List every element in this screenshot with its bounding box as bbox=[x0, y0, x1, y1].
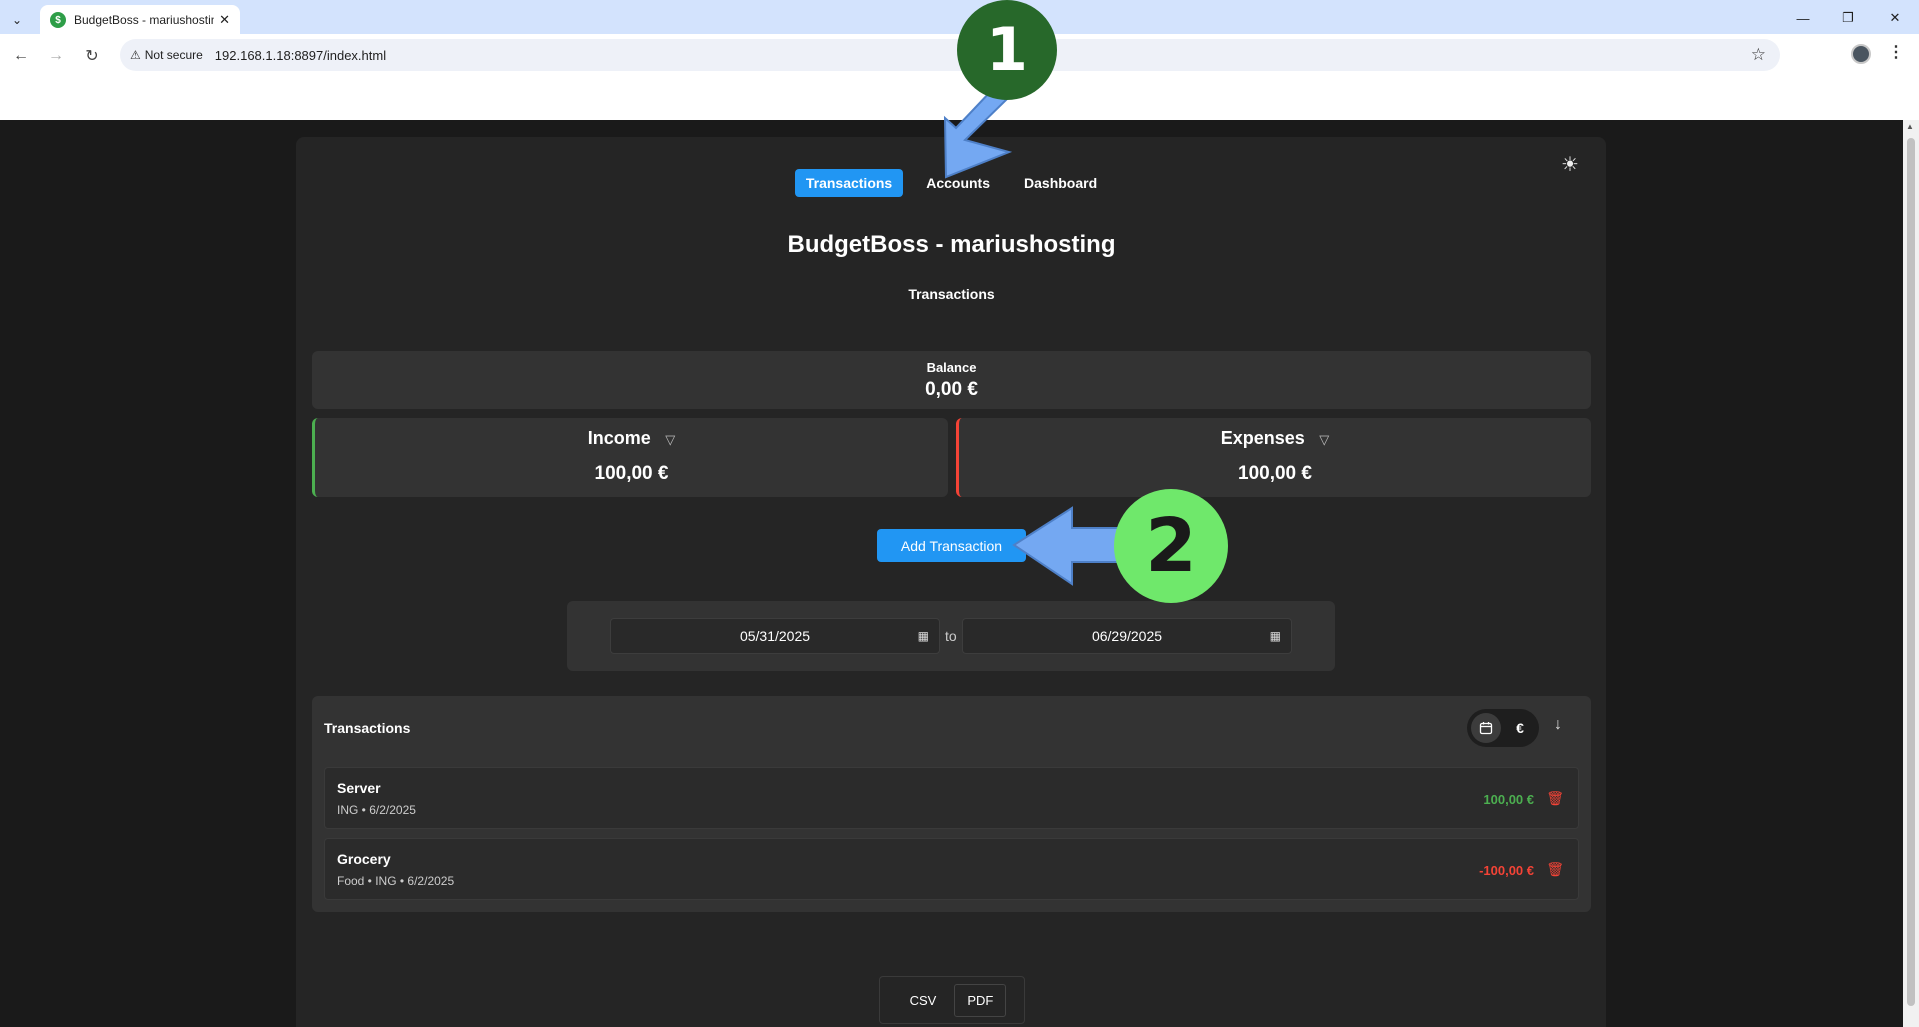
bookmark-star-icon[interactable]: ☆ bbox=[1751, 45, 1766, 65]
window-close-icon[interactable]: ✕ bbox=[1885, 8, 1905, 28]
forward-arrow-icon[interactable]: → bbox=[44, 44, 68, 68]
balance-label: Balance bbox=[926, 360, 977, 375]
trash-icon[interactable]: 🗑 bbox=[1546, 861, 1564, 878]
expenses-card: Expenses ▽ 100,00 € bbox=[956, 418, 1591, 497]
income-value: 100,00 € bbox=[594, 463, 669, 484]
tab-title: BudgetBoss - mariushosting bbox=[74, 13, 214, 27]
expenses-label: Expenses bbox=[1220, 428, 1305, 448]
transaction-name: Grocery bbox=[337, 851, 391, 867]
add-transaction-button[interactable]: Add Transaction bbox=[877, 529, 1026, 562]
csv-export-button[interactable]: CSV bbox=[898, 985, 949, 1016]
export-group: CSV PDF bbox=[879, 976, 1025, 1024]
dollar-favicon-icon: $ bbox=[50, 12, 66, 28]
euro-icon[interactable]: € bbox=[1505, 713, 1535, 743]
filter-icon[interactable]: ▽ bbox=[665, 432, 675, 448]
section-title: Transactions bbox=[908, 286, 995, 302]
date-separator: to bbox=[945, 628, 957, 644]
filter-icon[interactable]: ▽ bbox=[1319, 432, 1329, 448]
scroll-thumb[interactable] bbox=[1907, 138, 1915, 1006]
transactions-heading: Transactions bbox=[324, 720, 411, 736]
address-bar[interactable]: ⚠ Not secure 192.168.1.18:8897/index.htm… bbox=[120, 39, 1780, 71]
calendar-icon[interactable]: ▦ bbox=[918, 629, 929, 643]
transaction-meta: ING • 6/2/2025 bbox=[337, 803, 416, 817]
trash-icon[interactable]: 🗑 bbox=[1546, 790, 1564, 807]
transaction-meta: Food • ING • 6/2/2025 bbox=[337, 874, 455, 888]
step-2-callout: 2 bbox=[1114, 489, 1228, 603]
page-title: BudgetBoss - mariushosting bbox=[787, 231, 1116, 258]
end-date-input[interactable]: 06/29/2025 ▦ bbox=[962, 618, 1292, 654]
restore-icon[interactable]: ❐ bbox=[1838, 8, 1858, 28]
tab-dashboard[interactable]: Dashboard bbox=[1013, 169, 1108, 197]
url-text[interactable]: 192.168.1.18:8897/index.html bbox=[215, 48, 386, 63]
tab-close-icon[interactable]: ✕ bbox=[219, 12, 230, 28]
browser-menu-icon[interactable]: ⋮ bbox=[1888, 42, 1904, 62]
browser-tab[interactable]: $ BudgetBoss - mariushosting ✕ bbox=[40, 5, 240, 35]
tab-search-chevron-icon[interactable]: ⌄ bbox=[6, 9, 28, 31]
start-date-input[interactable]: 05/31/2025 ▦ bbox=[610, 618, 940, 654]
transaction-amount: -100,00 € bbox=[1479, 863, 1534, 878]
tab-accounts[interactable]: Accounts bbox=[915, 169, 1001, 197]
income-label: Income bbox=[587, 428, 651, 448]
back-arrow-icon[interactable]: ← bbox=[9, 44, 33, 68]
balance-card: Balance 0,00 € bbox=[312, 351, 1591, 409]
security-indicator[interactable]: Not secure bbox=[145, 48, 203, 62]
sort-mode-toggle[interactable]: € bbox=[1467, 709, 1539, 747]
profile-avatar[interactable] bbox=[1851, 44, 1871, 64]
scroll-up-icon[interactable]: ▲ bbox=[1906, 122, 1914, 131]
expenses-value: 100,00 € bbox=[1238, 463, 1312, 484]
tab-transactions[interactable]: Transactions bbox=[794, 169, 904, 197]
table-row[interactable]: Grocery Food • ING • 6/2/2025 -100,00 € … bbox=[324, 838, 1579, 900]
start-date-value: 05/31/2025 bbox=[739, 628, 811, 644]
reload-icon[interactable]: ↻ bbox=[80, 44, 104, 68]
minimize-icon[interactable]: — bbox=[1793, 8, 1813, 28]
pdf-export-button[interactable]: PDF bbox=[954, 983, 1007, 1017]
step-1-callout: 1 bbox=[957, 0, 1057, 100]
balance-value: 0,00 € bbox=[925, 379, 978, 400]
warning-triangle-icon: ⚠ bbox=[130, 48, 141, 62]
arrow-down-icon[interactable]: ↓ bbox=[1554, 716, 1562, 734]
transaction-amount: 100,00 € bbox=[1483, 792, 1534, 807]
page-scrollbar[interactable]: ▲ bbox=[1903, 120, 1919, 1027]
end-date-value: 06/29/2025 bbox=[1091, 628, 1163, 644]
calendar-icon[interactable] bbox=[1471, 713, 1501, 743]
date-range-panel: 05/31/2025 ▦ to 06/29/2025 ▦ bbox=[567, 601, 1335, 671]
browser-tab-strip: ⌄ $ BudgetBoss - mariushosting ✕ — ❐ ✕ bbox=[0, 0, 1919, 35]
main-nav: Transactions Accounts Dashboard bbox=[0, 169, 1903, 197]
transactions-panel: Transactions € ↓ Server ING • 6/2/2025 1… bbox=[312, 696, 1591, 912]
calendar-icon[interactable]: ▦ bbox=[1270, 629, 1281, 643]
transaction-name: Server bbox=[337, 780, 381, 796]
table-row[interactable]: Server ING • 6/2/2025 100,00 € 🗑 bbox=[324, 767, 1579, 829]
income-card: Income ▽ 100,00 € bbox=[312, 418, 948, 497]
